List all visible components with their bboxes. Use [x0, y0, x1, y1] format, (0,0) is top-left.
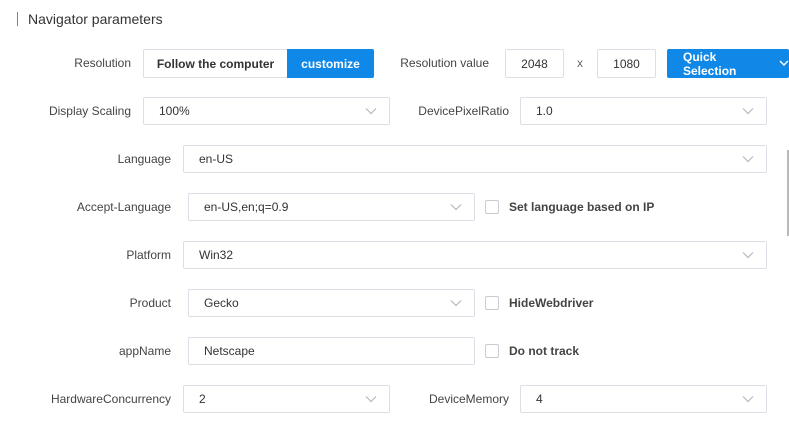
device-memory-select[interactable]: 4	[520, 385, 767, 413]
quick-selection-label: Quick Selection	[683, 49, 737, 78]
chevron-down-icon	[742, 108, 754, 115]
platform-label: Platform	[126, 248, 171, 262]
language-select[interactable]: en-US	[183, 145, 767, 173]
device-pixel-ratio-value: 1.0	[536, 104, 553, 118]
hardware-concurrency-label: HardwareConcurrency	[50, 392, 171, 406]
set-language-by-ip-checkbox[interactable]: Set language based on IP	[485, 200, 654, 214]
product-select[interactable]: Gecko	[188, 289, 475, 317]
chevron-down-icon	[742, 156, 754, 163]
device-pixel-ratio-label: DevicePixelRatio	[418, 104, 509, 118]
language-label: Language	[117, 152, 171, 166]
resolution-separator: x	[577, 56, 583, 70]
hardware-concurrency-select[interactable]: 2	[183, 385, 390, 413]
section-header: Navigator parameters	[17, 8, 163, 30]
display-scaling-label: Display Scaling	[48, 104, 131, 118]
app-name-input[interactable]: Netscape	[188, 337, 475, 365]
app-name-value: Netscape	[204, 344, 255, 358]
checkbox-box[interactable]	[485, 344, 499, 358]
accept-language-select[interactable]: en-US,en;q=0.9	[188, 193, 475, 221]
checkbox-box[interactable]	[485, 296, 499, 310]
title-accent-bar	[17, 12, 18, 26]
product-label: Product	[129, 296, 171, 310]
app-name-label: appName	[118, 344, 171, 358]
device-pixel-ratio-select[interactable]: 1.0	[520, 97, 767, 125]
display-scaling-value: 100%	[159, 104, 190, 118]
chevron-down-icon	[365, 396, 377, 403]
do-not-track-checkbox[interactable]: Do not track	[485, 344, 579, 358]
platform-select[interactable]: Win32	[183, 241, 767, 269]
hide-webdriver-checkbox[interactable]: HideWebdriver	[485, 296, 593, 310]
resolution-height-input[interactable]: 1080	[597, 49, 656, 78]
resolution-label: Resolution	[74, 56, 131, 70]
device-memory-value: 4	[536, 392, 543, 406]
set-language-by-ip-label: Set language based on IP	[509, 200, 655, 214]
chevron-down-icon	[365, 108, 377, 115]
platform-value: Win32	[199, 248, 234, 262]
chevron-down-icon	[742, 396, 754, 403]
accept-language-value: en-US,en;q=0.9	[204, 200, 289, 214]
follow-computer-button[interactable]: Follow the computer	[143, 49, 288, 78]
resolution-width-input[interactable]: 2048	[505, 49, 564, 78]
device-memory-label: DeviceMemory	[428, 392, 509, 406]
section-title: Navigator parameters	[28, 11, 163, 27]
chevron-down-icon	[742, 252, 754, 259]
product-value: Gecko	[204, 296, 239, 310]
hardware-concurrency-value: 2	[199, 392, 206, 406]
chevron-down-icon	[779, 60, 789, 66]
do-not-track-label: Do not track	[509, 344, 580, 358]
quick-selection-button[interactable]: Quick Selection	[667, 49, 789, 78]
checkbox-box[interactable]	[485, 200, 499, 214]
language-value: en-US	[199, 152, 234, 166]
resolution-value-label: Resolution value	[400, 56, 489, 70]
display-scaling-select[interactable]: 100%	[143, 97, 390, 125]
chevron-down-icon	[450, 204, 462, 211]
accept-language-label: Accept-Language	[76, 200, 171, 214]
hide-webdriver-label: HideWebdriver	[509, 296, 594, 310]
customize-button[interactable]: customize	[287, 49, 374, 78]
chevron-down-icon	[450, 300, 462, 307]
